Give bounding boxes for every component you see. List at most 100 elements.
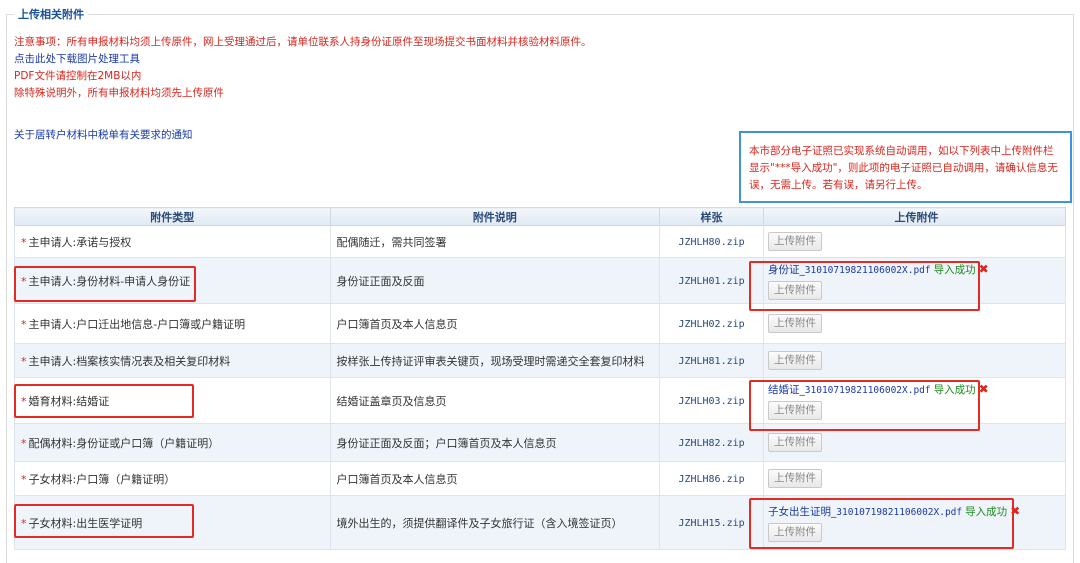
sample-cell: JZHLH81.zip bbox=[659, 343, 765, 378]
attachment-desc: 境外出生的，须提供翻译件及子女旅行证（含入境签证页） bbox=[336, 516, 623, 530]
attachment-desc: 身份证正面及反面 bbox=[336, 274, 425, 288]
attachment-desc-cell: 户口簿首页及本人信息页 bbox=[329, 303, 661, 344]
attachment-type: 主申请人:承诺与授权 bbox=[28, 235, 132, 249]
original-rule-text: 除特殊说明外，所有申报材料均须先上传原件 bbox=[14, 87, 224, 99]
sample-link[interactable]: JZHLH86.zip bbox=[678, 474, 744, 485]
header-upload: 上传附件 bbox=[763, 207, 1066, 226]
upload-cell: 子女出生证明_31010719821106002X.pdf 导入成功 ✖ 上传附件 bbox=[763, 495, 1066, 550]
delete-icon[interactable]: ✖ bbox=[979, 262, 989, 276]
upload-cell: 上传附件 bbox=[763, 303, 1066, 344]
sample-link[interactable]: JZHLH82.zip bbox=[678, 438, 744, 449]
delete-icon[interactable]: ✖ bbox=[1010, 504, 1020, 518]
sample-cell: JZHLH86.zip bbox=[659, 461, 765, 496]
attachment-desc-cell: 按样张上传持证评审表关键页，现场受理时需递交全套复印材料 bbox=[329, 343, 661, 378]
upload-button[interactable]: 上传附件 bbox=[768, 232, 823, 251]
sample-cell: JZHLH80.zip bbox=[659, 225, 765, 258]
file-link[interactable]: 结婚证_31010719821106002X.pdf bbox=[768, 384, 931, 396]
attachment-type: 子女材料:户口簿（户籍证明） bbox=[28, 472, 176, 486]
upload-button[interactable]: 上传附件 bbox=[768, 281, 823, 300]
sample-link[interactable]: JZHLH80.zip bbox=[678, 237, 744, 248]
sample-cell: JZHLH02.zip bbox=[659, 303, 765, 344]
import-success-label: 导入成功 bbox=[933, 384, 976, 396]
attachment-table: 附件类型 附件说明 样张 上传附件 * 主申请人:承诺与授权 配偶随迁，需共同签署 J… bbox=[14, 207, 1066, 550]
upload-button[interactable]: 上传附件 bbox=[768, 469, 823, 488]
required-mark: * bbox=[21, 436, 27, 450]
file-code: 31010719821106002X.pdf bbox=[804, 385, 931, 396]
attachment-desc-cell: 身份证正面及反面 bbox=[329, 257, 661, 304]
attachment-type-cell: * 主申请人:身份材料-申请人身份证 bbox=[14, 257, 331, 304]
import-success-label: 导入成功 bbox=[933, 264, 976, 276]
table-row: * 主申请人:承诺与授权 配偶随迁，需共同签署 JZHLH80.zip 上传附件 bbox=[14, 225, 1066, 258]
attachment-desc-cell: 境外出生的，须提供翻译件及子女旅行证（含入境签证页） bbox=[329, 495, 661, 550]
attachment-desc-cell: 身份证正面及反面；户口簿首页及本人信息页 bbox=[329, 423, 661, 462]
attachment-desc-cell: 配偶随迁，需共同签署 bbox=[329, 225, 661, 258]
required-mark: * bbox=[21, 472, 27, 486]
sample-link[interactable]: JZHLH15.zip bbox=[678, 518, 744, 529]
required-mark: * bbox=[21, 317, 27, 331]
file-prefix: 子女出生证明_ bbox=[768, 506, 837, 518]
upload-button[interactable]: 上传附件 bbox=[768, 401, 823, 420]
attachment-desc-cell: 结婚证盖章页及信息页 bbox=[329, 377, 661, 424]
sample-cell: JZHLH03.zip bbox=[659, 377, 765, 424]
attachment-type-cell: * 主申请人:户口迁出地信息-户口簿或户籍证明 bbox=[14, 303, 331, 344]
file-link[interactable]: 身份证_31010719821106002X.pdf bbox=[768, 264, 931, 276]
upload-cell: 身份证_31010719821106002X.pdf 导入成功 ✖ 上传附件 bbox=[763, 257, 1066, 304]
attachment-desc-cell: 户口簿首页及本人信息页 bbox=[329, 461, 661, 496]
notes-block: 注意事项：所有申报材料均须上传原件，网上受理通过后，请单位联系人持身份证原件至现… bbox=[14, 34, 592, 102]
sample-link[interactable]: JZHLH03.zip bbox=[678, 396, 744, 407]
required-mark: * bbox=[21, 274, 27, 288]
attachment-type: 配偶材料:身份证或户口簿（户籍证明） bbox=[28, 436, 220, 450]
upload-cell: 上传附件 bbox=[763, 461, 1066, 496]
sample-cell: JZHLH82.zip bbox=[659, 423, 765, 462]
attachment-type-cell: * 子女材料:户口簿（户籍证明） bbox=[14, 461, 331, 496]
file-link[interactable]: 子女出生证明_31010719821106002X.pdf bbox=[768, 506, 962, 518]
table-header-row: 附件类型 附件说明 样张 上传附件 bbox=[14, 207, 1066, 226]
imported-file: 身份证_31010719821106002X.pdf 导入成功 ✖ bbox=[768, 261, 1059, 279]
attachment-type: 主申请人:身份材料-申请人身份证 bbox=[28, 274, 191, 288]
table-row: * 子女材料:户口簿（户籍证明） 户口簿首页及本人信息页 JZHLH86.zip 上传附… bbox=[14, 461, 1066, 496]
upload-button[interactable]: 上传附件 bbox=[768, 433, 823, 452]
attachment-type: 婚育材料:结婚证 bbox=[28, 394, 110, 408]
notice-text: 注意事项：所有申报材料均须上传原件，网上受理通过后，请单位联系人持身份证原件至现… bbox=[14, 36, 592, 48]
attachment-desc: 户口簿首页及本人信息页 bbox=[336, 317, 458, 331]
attachment-type: 主申请人:户口迁出地信息-户口簿或户籍证明 bbox=[28, 317, 246, 331]
table-row: * 婚育材料:结婚证 结婚证盖章页及信息页 JZHLH03.zip 结婚证_310107… bbox=[14, 377, 1066, 424]
upload-cell: 上传附件 bbox=[763, 225, 1066, 258]
file-code: 31010719821106002X.pdf bbox=[804, 265, 931, 276]
delete-icon[interactable]: ✖ bbox=[979, 382, 989, 396]
download-tool-link[interactable]: 点击此处下载图片处理工具 bbox=[14, 51, 592, 68]
sample-link[interactable]: JZHLH81.zip bbox=[678, 356, 744, 367]
auto-import-info-box: 本市部分电子证照已实现系统自动调用，如以下列表中上传附件栏显示"***导入成功"… bbox=[739, 131, 1072, 203]
upload-button[interactable]: 上传附件 bbox=[768, 314, 823, 333]
header-type: 附件类型 bbox=[14, 207, 331, 226]
sample-cell: JZHLH15.zip bbox=[659, 495, 765, 550]
header-sample: 样张 bbox=[659, 207, 765, 226]
required-mark: * bbox=[21, 516, 27, 530]
attachment-desc: 身份证正面及反面；户口簿首页及本人信息页 bbox=[336, 436, 557, 450]
upload-button[interactable]: 上传附件 bbox=[768, 523, 823, 542]
file-prefix: 结婚证_ bbox=[768, 384, 805, 396]
pdf-limit-text: PDF文件请控制在2MB以内 bbox=[14, 70, 142, 82]
file-prefix: 身份证_ bbox=[768, 264, 805, 276]
upload-cell: 上传附件 bbox=[763, 423, 1066, 462]
required-mark: * bbox=[21, 354, 27, 368]
sample-link[interactable]: JZHLH02.zip bbox=[678, 319, 744, 330]
attachment-type: 子女材料:出生医学证明 bbox=[28, 516, 143, 530]
upload-cell: 结婚证_31010719821106002X.pdf 导入成功 ✖ 上传附件 bbox=[763, 377, 1066, 424]
attachment-type-cell: * 主申请人:承诺与授权 bbox=[14, 225, 331, 258]
import-success-label: 导入成功 bbox=[965, 506, 1008, 518]
imported-file: 子女出生证明_31010719821106002X.pdf 导入成功 ✖ bbox=[768, 503, 1059, 521]
sample-cell: JZHLH01.zip bbox=[659, 257, 765, 304]
sample-link[interactable]: JZHLH01.zip bbox=[678, 276, 744, 287]
section-title: 上传相关附件 bbox=[14, 8, 88, 22]
attachment-type-cell: * 配偶材料:身份证或户口簿（户籍证明） bbox=[14, 423, 331, 462]
upload-button[interactable]: 上传附件 bbox=[768, 351, 823, 370]
table-row: * 子女材料:出生医学证明 境外出生的，须提供翻译件及子女旅行证（含入境签证页） JZ… bbox=[14, 495, 1066, 550]
tax-notice-link[interactable]: 关于居转户材料中税单有关要求的通知 bbox=[14, 127, 193, 142]
table-row: * 主申请人:身份材料-申请人身份证 身份证正面及反面 JZHLH01.zip 身份证_… bbox=[14, 257, 1066, 304]
required-mark: * bbox=[21, 235, 27, 249]
attachment-desc: 按样张上传持证评审表关键页，现场受理时需递交全套复印材料 bbox=[336, 354, 645, 368]
attachment-type-cell: * 子女材料:出生医学证明 bbox=[14, 495, 331, 550]
imported-file: 结婚证_31010719821106002X.pdf 导入成功 ✖ bbox=[768, 381, 1059, 399]
attachment-type: 主申请人:档案核实情况表及相关复印材料 bbox=[28, 354, 231, 368]
